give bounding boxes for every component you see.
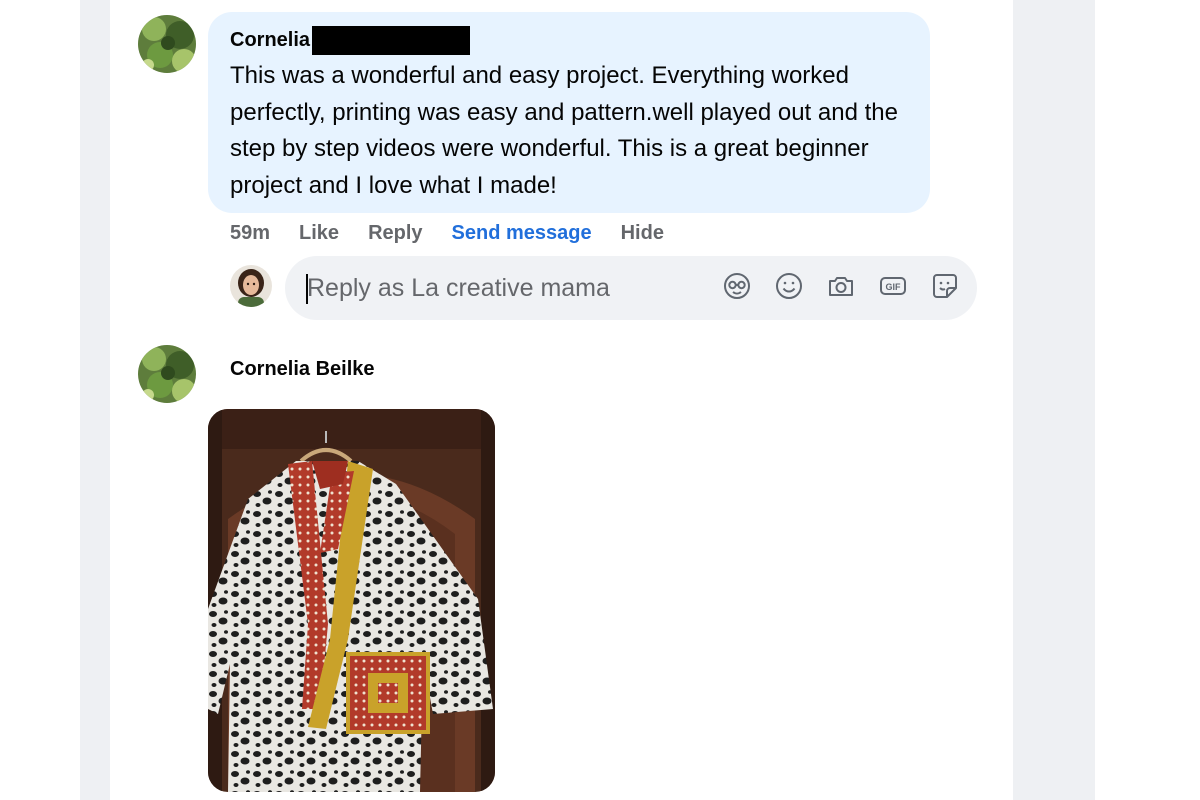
comment-author[interactable]: Cornelia Beilke bbox=[230, 358, 375, 381]
comment-photo[interactable] bbox=[208, 409, 495, 792]
reply-input[interactable]: Reply as La creative mama GIF bbox=[285, 256, 977, 320]
camera-icon[interactable] bbox=[825, 270, 857, 302]
sticker-icon[interactable] bbox=[929, 270, 961, 302]
right-gutter bbox=[1013, 0, 1095, 800]
comment-actions: 59m Like Reply Send message Hide bbox=[230, 218, 693, 248]
comment-author[interactable]: Cornelia bbox=[230, 29, 310, 52]
emoji-icon[interactable] bbox=[773, 270, 805, 302]
commenter-avatar[interactable] bbox=[138, 15, 196, 73]
redacted-name bbox=[312, 25, 471, 55]
reply-button[interactable]: Reply bbox=[368, 222, 422, 245]
comment-text: This was a wonderful and easy project. E… bbox=[230, 62, 898, 199]
like-button[interactable]: Like bbox=[299, 222, 339, 245]
hide-button[interactable]: Hide bbox=[621, 222, 664, 245]
svg-text:GIF: GIF bbox=[886, 282, 902, 292]
reply-toolbar: GIF bbox=[721, 270, 961, 302]
avatar-sticker-icon[interactable] bbox=[721, 270, 753, 302]
page-avatar bbox=[230, 265, 272, 307]
comment-timestamp[interactable]: 59m bbox=[230, 222, 270, 245]
reply-placeholder: Reply as La creative mama bbox=[307, 274, 610, 302]
gif-icon[interactable]: GIF bbox=[877, 270, 909, 302]
comment-bubble: Cornelia This was a wonderful and easy p… bbox=[208, 12, 930, 213]
left-gutter bbox=[80, 0, 110, 800]
commenter-avatar[interactable] bbox=[138, 345, 196, 403]
send-message-button[interactable]: Send message bbox=[452, 222, 592, 245]
